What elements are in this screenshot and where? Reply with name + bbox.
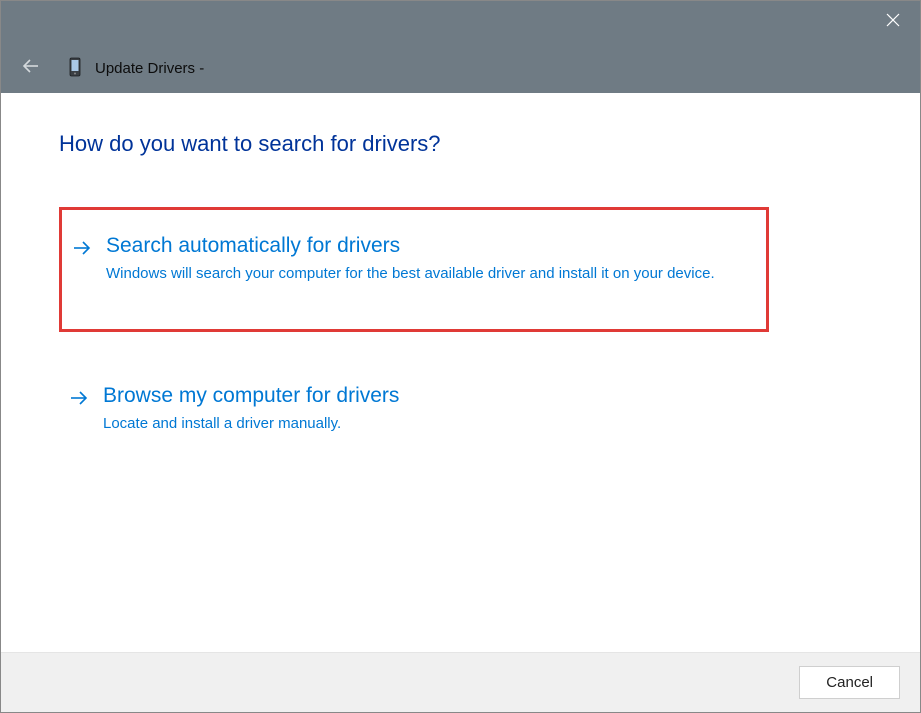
option-text: Browse my computer for drivers Locate an…	[103, 382, 751, 435]
option-description: Windows will search your computer for th…	[106, 263, 748, 285]
close-button[interactable]	[870, 1, 916, 43]
arrow-right-icon	[69, 388, 89, 413]
content-area: How do you want to search for drivers? S…	[1, 93, 920, 652]
close-icon	[886, 13, 900, 32]
option-title: Browse my computer for drivers	[103, 382, 751, 409]
back-arrow-icon	[22, 57, 40, 80]
footer-bar: Cancel	[1, 652, 920, 712]
cancel-button[interactable]: Cancel	[799, 666, 900, 699]
device-icon	[67, 57, 83, 79]
titlebar	[1, 1, 920, 43]
option-search-automatically[interactable]: Search automatically for drivers Windows…	[59, 207, 769, 332]
page-heading: How do you want to search for drivers?	[59, 131, 862, 157]
option-text: Search automatically for drivers Windows…	[106, 232, 748, 285]
option-description: Locate and install a driver manually.	[103, 413, 751, 435]
window-title: Update Drivers -	[95, 60, 204, 77]
title-group: Update Drivers -	[67, 57, 204, 79]
arrow-right-icon	[72, 238, 92, 263]
header-bar: Update Drivers -	[1, 43, 920, 93]
back-button[interactable]	[19, 56, 43, 80]
option-browse-computer[interactable]: Browse my computer for drivers Locate an…	[59, 360, 769, 479]
option-title: Search automatically for drivers	[106, 232, 748, 259]
